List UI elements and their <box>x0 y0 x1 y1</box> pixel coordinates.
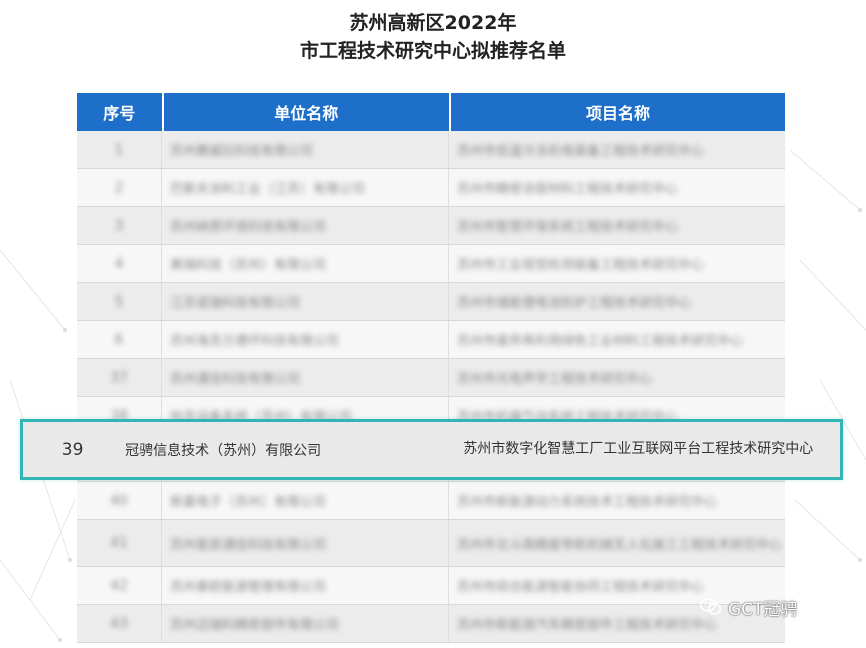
table-row: 4 美瑞科技（苏州）有限公司 苏州市工业视觉检测装备工程技术研究中心 <box>77 245 785 283</box>
row-project-name: 苏州市光电声学工程技术研究中心 <box>457 372 653 387</box>
column-header-project: 项目名称 <box>585 104 650 123</box>
row-number: 1 <box>114 141 124 158</box>
column-header-number: 序号 <box>77 93 164 131</box>
table-row: 41 苏州星辰通信科技有限公司 苏州市北斗高精度导航机械无人化施工工程技术研究中心 <box>77 520 785 567</box>
row-unit-name: 美瑞科技（苏州）有限公司 <box>170 258 327 273</box>
row-project-name: 苏州市储能锂电池防护工程技术研究中心 <box>457 296 692 311</box>
row-project-name: 苏州市工业视觉检测装备工程技术研究中心 <box>457 258 705 273</box>
row-project-name: 苏州市废弃再利用绿色工业材料工程技术研究中心 <box>457 334 744 349</box>
row-number: 40 <box>110 492 128 509</box>
table-row: 40 新嘉电子（苏州）有限公司 苏州市新能源动力系统技术工程技术研究中心 <box>77 482 785 520</box>
table-row: 43 苏州迈瑞科精密部件有限公司 苏州市新能源汽车精密部件工程技术研究中心 <box>77 605 785 643</box>
table-row: 3 苏州纳思环境科技有限公司 苏州市智慧环保系统工程技术研究中心 <box>77 207 785 245</box>
wechat-icon <box>700 598 722 615</box>
row-unit-name: 新嘉电子（苏州）有限公司 <box>170 495 327 510</box>
row-unit-name: 巴斯夫涂料工业（江苏）有限公司 <box>170 182 366 197</box>
row-project-name: 苏州市精密涂层材料工程技术研究中心 <box>457 182 679 197</box>
row-number: 5 <box>114 293 124 310</box>
row-unit-name: 苏州泰欧能源管理有限公司 <box>170 580 327 595</box>
highlighted-project-name: 苏州市数字化智慧工厂工业互联网平台工程技术研究中心 <box>463 441 814 457</box>
watermark-text: GCT冠骋 <box>728 599 798 620</box>
row-project-name: 苏州市综合能源智能协同工程技术研究中心 <box>457 580 705 595</box>
highlighted-unit-name: 冠骋信息技术（苏州）有限公司 <box>125 442 322 459</box>
row-number: 43 <box>110 615 128 632</box>
row-unit-name: 苏州赛威拉科技有限公司 <box>170 144 314 159</box>
column-header-unit: 单位名称 <box>164 93 451 131</box>
row-unit-name: 江苏诺瑞科技有限公司 <box>170 296 301 311</box>
row-number: 4 <box>114 255 124 272</box>
table-body: 1 苏州赛威拉科技有限公司 苏州市低温冷冻机电装备工程技术研究中心 2 巴斯夫涂料工业（… <box>77 131 785 643</box>
row-project-name: 苏州市智慧环保系统工程技术研究中心 <box>457 220 679 235</box>
highlighted-number: 39 <box>61 439 84 460</box>
table-row: 5 江苏诺瑞科技有限公司 苏州市储能锂电池防护工程技术研究中心 <box>77 283 785 321</box>
page-title-line-1: 苏州高新区2022年 <box>349 12 517 34</box>
table-row: 1 苏州赛威拉科技有限公司 苏州市低温冷冻机电装备工程技术研究中心 <box>77 131 785 169</box>
table-row: 37 苏州通信科技有限公司 苏州市光电声学工程技术研究中心 <box>77 359 785 397</box>
table-row: 42 苏州泰欧能源管理有限公司 苏州市综合能源智能协同工程技术研究中心 <box>77 567 785 605</box>
row-unit-name: 苏州海克兰德环科技有限公司 <box>170 334 340 349</box>
table-header: 序号 单位名称 项目名称 <box>77 93 785 131</box>
row-project-name: 苏州市新能源汽车精密部件工程技术研究中心 <box>457 618 718 633</box>
row-unit-name: 苏州迈瑞科精密部件有限公司 <box>170 618 340 633</box>
row-unit-name: 苏州纳思环境科技有限公司 <box>170 220 327 235</box>
table-row: 6 苏州海克兰德环科技有限公司 苏州市废弃再利用绿色工业材料工程技术研究中心 <box>77 321 785 359</box>
row-project-name: 苏州市低温冷冻机电装备工程技术研究中心 <box>457 144 705 159</box>
watermark: GCT冠骋 <box>700 592 797 622</box>
row-unit-name: 苏州星辰通信科技有限公司 <box>170 537 327 553</box>
row-number: 42 <box>110 577 128 594</box>
row-number: 41 <box>110 535 128 551</box>
row-number: 3 <box>114 217 124 234</box>
row-unit-name: 苏州通信科技有限公司 <box>170 372 301 387</box>
row-project-name: 苏州市新能源动力系统技术工程技术研究中心 <box>457 495 718 510</box>
row-number: 2 <box>114 179 124 196</box>
page-title-line-2: 市工程技术研究中心拟推荐名单 <box>299 40 566 62</box>
row-number: 6 <box>114 331 124 348</box>
table-row: 2 巴斯夫涂料工业（江苏）有限公司 苏州市精密涂层材料工程技术研究中心 <box>77 169 785 207</box>
row-project-name: 苏州市北斗高精度导航机械无人化施工工程技术研究中心 <box>457 537 783 553</box>
row-number: 37 <box>110 369 128 386</box>
highlighted-row: 39 冠骋信息技术（苏州）有限公司 苏州市数字化智慧工厂工业互联网平台工程技术研… <box>20 419 843 480</box>
recommendation-table: 序号 单位名称 项目名称 1 苏州赛威拉科技有限公司 苏州市低温冷冻机电装备工程技术… <box>77 93 785 643</box>
